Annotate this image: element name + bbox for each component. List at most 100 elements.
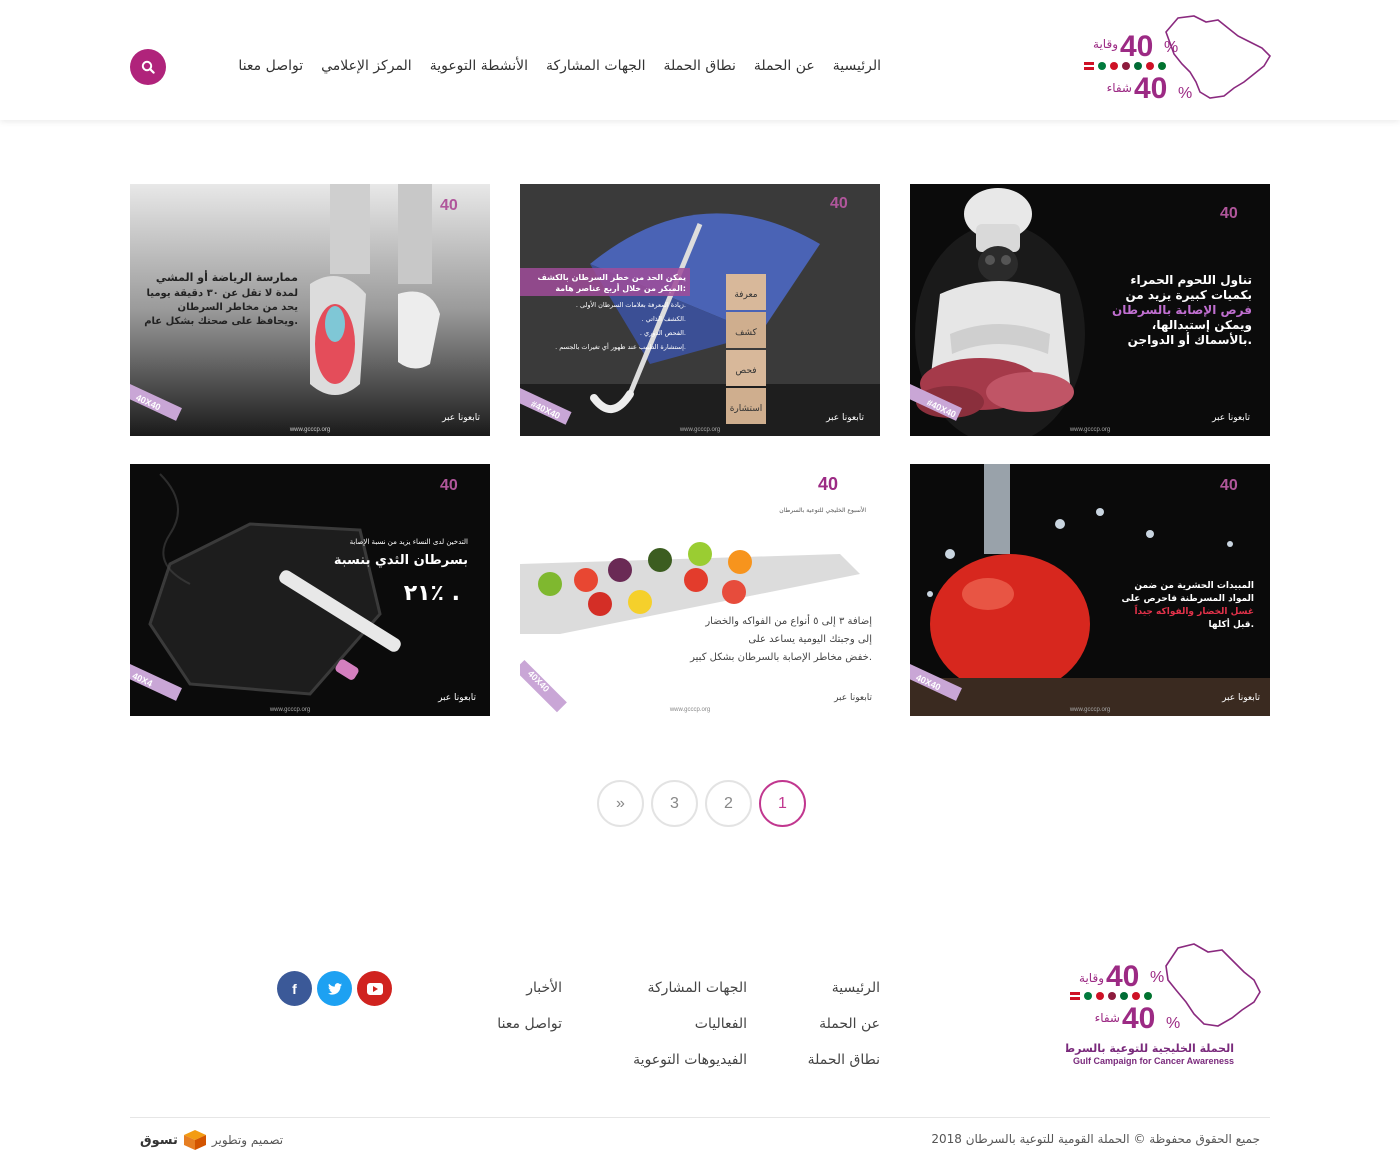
footer-link-scope[interactable]: نطاق الحملة [740, 1042, 880, 1078]
svg-text:40: 40 [1134, 72, 1167, 100]
svg-text:وقاية: وقاية [1079, 971, 1104, 986]
svg-text:،ويمكن إستبدالها: ،ويمكن إستبدالها [1152, 318, 1252, 333]
svg-text:40: 40 [1122, 1002, 1155, 1035]
svg-text:معرفة: معرفة [734, 290, 757, 300]
facebook-icon[interactable]: f [277, 971, 312, 1006]
gallery-image: 40 الأسبوع الخليجي للتوعية بالسرطان إضاف… [520, 464, 880, 716]
svg-text:40: 40 [1220, 205, 1238, 222]
svg-text:تابعونا عبر: تابعونا عبر [441, 413, 480, 423]
nav-home[interactable]: الرئيسية [824, 54, 890, 78]
next-page-button[interactable]: » [597, 780, 644, 827]
nav-media[interactable]: المركز الإعلامي [312, 54, 421, 78]
credit-text: تصميم وتطوير [211, 1133, 284, 1147]
svg-text:40: 40 [1106, 960, 1139, 993]
twitter-icon[interactable] [317, 971, 352, 1006]
svg-text:تابعونا عبر: تابعونا عبر [437, 693, 476, 703]
nav-contact[interactable]: تواصل معنا [229, 54, 312, 78]
svg-text:يحد من مخاطر السرطان: يحد من مخاطر السرطان [178, 302, 299, 313]
gallery-image: تناول اللحوم الحمراء بكميات كبيرة يزيد م… [910, 184, 1270, 436]
svg-text:. إستشارة الطبيب عند ظهور أي ت: . إستشارة الطبيب عند ظهور أي تغيرات بالج… [555, 342, 686, 351]
svg-text:لمدة لا تقل عن ٣٠ دقيقة يوميا: لمدة لا تقل عن ٣٠ دقيقة يوميا [147, 288, 298, 299]
youtube-icon[interactable] [357, 971, 392, 1006]
svg-text:www.gcccp.org: www.gcccp.org [669, 707, 710, 713]
nav-scope[interactable]: نطاق الحملة [654, 54, 744, 78]
gallery-card-pesticides[interactable]: المبيدات الحشرية من ضمن المواد المسرطنة … [910, 464, 1270, 716]
svg-text:إلى وجبتك اليومية يساعد على: إلى وجبتك اليومية يساعد على [748, 634, 872, 645]
gallery-image: ممارسة الرياضة أو المشي لمدة لا تقل عن ٣… [130, 184, 490, 436]
footer-link-partners[interactable]: الجهات المشاركة [587, 970, 747, 1006]
svg-text:المواد المسرطنة فاحرص على: المواد المسرطنة فاحرص على [1122, 594, 1255, 604]
svg-text:. زيادة المعرفة بعلامات السرطا: . زيادة المعرفة بعلامات السرطان الأولى. [576, 300, 686, 309]
svg-text:بالأسماك أو الدواجن.: بالأسماك أو الدواجن. [1128, 332, 1252, 348]
svg-text:تابعونا عبر: تابعونا عبر [825, 413, 864, 423]
svg-text:%: % [1150, 969, 1164, 986]
footer-link-contact[interactable]: تواصل معنا [442, 1006, 562, 1042]
social-links: f [277, 971, 392, 1006]
footer-col-1: الرئيسية عن الحملة نطاق الحملة [740, 970, 880, 1078]
nav-activities[interactable]: الأنشطة التوعوية [421, 54, 537, 78]
gallery-card-smoking[interactable]: التدخين لدى النساء يزيد من نسبة الإصابة … [130, 464, 490, 716]
page-3-button[interactable]: 3 [651, 780, 698, 827]
gallery-image: المبيدات الحشرية من ضمن المواد المسرطنة … [910, 464, 1270, 716]
svg-text:تابعونا عبر: تابعونا عبر [1211, 413, 1250, 423]
svg-text:٢١٪ .: ٢١٪ . [404, 581, 460, 606]
gallery-card-umbrella[interactable]: معرفة كشف فحص استشارة يمكن الحد من خطر ا… [520, 184, 880, 436]
page-1-button[interactable]: 1 [759, 780, 806, 827]
search-button[interactable] [130, 49, 166, 85]
box-icon [183, 1130, 206, 1150]
svg-text:40: 40 [1120, 30, 1153, 63]
svg-text:قبل أكلها.: قبل أكلها. [1209, 618, 1254, 630]
footer-col-2: الجهات المشاركة الفعاليات الفيديوهات الت… [587, 970, 747, 1078]
svg-text:www.gcccp.org: www.gcccp.org [289, 427, 330, 433]
gallery-card-red-meat[interactable]: تناول اللحوم الحمراء بكميات كبيرة يزيد م… [910, 184, 1270, 436]
copyright-text: جميع الحقوق محفوظة © الحملة القومية للتو… [931, 1132, 1260, 1146]
svg-text:40: 40 [440, 477, 458, 494]
svg-text:شفاء: شفاء [1107, 81, 1132, 95]
gallery-image: التدخين لدى النساء يزيد من نسبة الإصابة … [130, 464, 490, 716]
svg-text:www.gcccp.org: www.gcccp.org [679, 427, 720, 433]
svg-text:ويحافظ على صحتك بشكل عام.: ويحافظ على صحتك بشكل عام. [144, 316, 298, 327]
page-2-button[interactable]: 2 [705, 780, 752, 827]
svg-text:بكميات كبيرة يزيد من: بكميات كبيرة يزيد من [1126, 288, 1253, 302]
nav-about[interactable]: عن الحملة [745, 54, 824, 78]
footer-divider [130, 1117, 1270, 1118]
footer-link-home[interactable]: الرئيسية [740, 970, 880, 1006]
svg-text:40: 40 [830, 195, 848, 212]
svg-text:www.gcccp.org: www.gcccp.org [1069, 427, 1110, 433]
svg-text:. الكشف الذاتي.: . الكشف الذاتي. [642, 315, 686, 323]
svg-text:يمكن الحد من خطر السرطان بالكش: يمكن الحد من خطر السرطان بالكشف [537, 273, 686, 282]
gallery-card-fruits[interactable]: 40 الأسبوع الخليجي للتوعية بالسرطان إضاف… [520, 464, 880, 716]
svg-text:40: 40 [1220, 477, 1238, 494]
svg-text:ممارسة الرياضة أو المشي: ممارسة الرياضة أو المشي [156, 270, 298, 284]
svg-text:%: % [1166, 1015, 1180, 1032]
svg-text:. الفحص الدوري.: . الفحص الدوري. [640, 329, 686, 337]
svg-text:الأسبوع الخليجي للتوعية بالسرط: الأسبوع الخليجي للتوعية بالسرطان [779, 506, 866, 514]
svg-text:Gulf Campaign for Cancer Aware: Gulf Campaign for Cancer Awareness [1073, 1056, 1234, 1066]
nav-partners[interactable]: الجهات المشاركة [537, 54, 654, 78]
svg-text:40: 40 [440, 197, 458, 214]
credit-brand: تسوق [140, 1132, 178, 1148]
developer-credit[interactable]: تسوق تصميم وتطوير [140, 1130, 283, 1150]
footer-col-3: الأخبار تواصل معنا [442, 970, 562, 1042]
svg-text:www.gcccp.org: www.gcccp.org [269, 707, 310, 713]
footer-logo: 40 % وقاية 40 % شفاء الحملة الخليجية للت… [1051, 940, 1264, 1070]
svg-text:فحص: فحص [735, 366, 756, 376]
svg-text:www.gcccp.org: www.gcccp.org [1069, 707, 1110, 713]
svg-text:%: % [1164, 39, 1178, 56]
site-logo[interactable]: 40 % وقاية 40 % شفاء [1078, 12, 1272, 105]
svg-text:التدخين لدى النساء يزيد من نسب: التدخين لدى النساء يزيد من نسبة الإصابة [350, 538, 468, 546]
gallery-card-exercise[interactable]: ممارسة الرياضة أو المشي لمدة لا تقل عن ٣… [130, 184, 490, 436]
svg-text:خفض مخاطر الإصابة بالسرطان بشك: خفض مخاطر الإصابة بالسرطان بشكل كبير. [689, 652, 872, 663]
footer-link-news[interactable]: الأخبار [442, 970, 562, 1006]
svg-text:فرص الإصابة بالسرطان: فرص الإصابة بالسرطان [1112, 303, 1252, 317]
main-nav: الرئيسية عن الحملة نطاق الحملة الجهات ال… [229, 54, 890, 78]
footer-link-videos[interactable]: الفيديوهات التوعوية [587, 1042, 747, 1078]
svg-text:المبكر من خلال أربع عناصر هامة: المبكر من خلال أربع عناصر هامة: [555, 283, 686, 293]
footer-link-events[interactable]: الفعاليات [587, 1006, 747, 1042]
svg-text:تابعونا عبر: تابعونا عبر [1221, 693, 1260, 703]
svg-text:الحملة الخليجية للتوعية بالسرط: الحملة الخليجية للتوعية بالسرطان [1066, 1042, 1234, 1055]
footer-link-about[interactable]: عن الحملة [740, 1006, 880, 1042]
svg-text:%: % [1178, 85, 1192, 100]
svg-text:بسرطان الثدي بنسبة: بسرطان الثدي بنسبة [334, 553, 468, 568]
svg-text:تابعونا عبر: تابعونا عبر [833, 693, 872, 703]
